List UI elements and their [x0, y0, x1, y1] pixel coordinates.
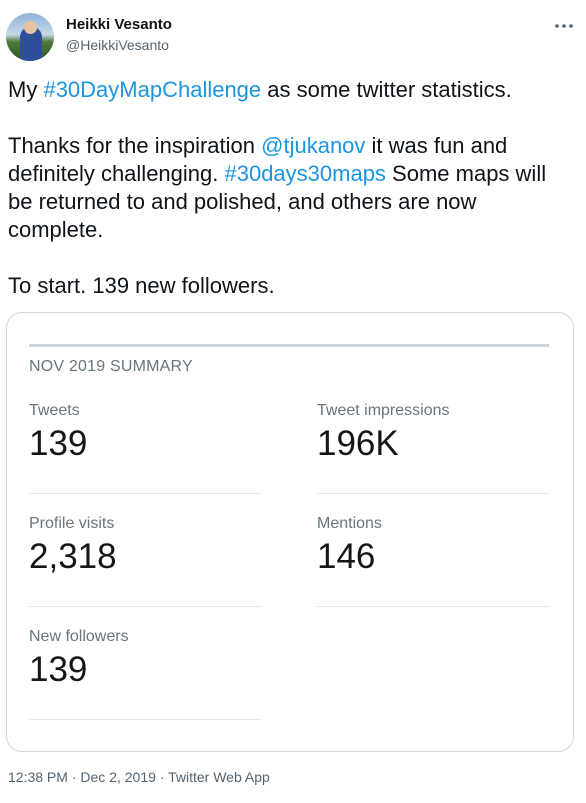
stat-value: 2,318: [29, 537, 117, 576]
tweet-line-1: My #30DayMapChallenge as some twitter st…: [8, 76, 568, 104]
divider: [29, 606, 261, 607]
tweet-line-3: To start. 139 new followers.: [8, 273, 275, 298]
author-name[interactable]: Heikki Vesanto: [66, 16, 172, 33]
stat-label: Tweets: [29, 402, 80, 419]
author-handle[interactable]: @HeikkiVesanto: [66, 37, 169, 53]
tweet-header: Heikki Vesanto @HeikkiVesanto: [6, 8, 580, 64]
stat-new-followers: New followers 139: [29, 628, 261, 720]
divider: [317, 606, 549, 607]
separator: ·: [155, 769, 169, 785]
stat-mentions: Mentions 146: [317, 515, 549, 607]
stat-value: 146: [317, 537, 376, 576]
stat-value: 196K: [317, 424, 399, 463]
avatar-head-shape: [24, 21, 37, 34]
tweet-date[interactable]: Dec 2, 2019: [80, 769, 156, 785]
mention-tjukanov[interactable]: @tjukanov: [261, 133, 365, 158]
tweet-time[interactable]: 12:38 PM: [8, 769, 68, 785]
stat-label: Mentions: [317, 515, 382, 532]
divider: [29, 493, 261, 494]
text-segment: as some twitter statistics.: [261, 77, 512, 102]
stat-value: 139: [29, 424, 88, 463]
hashtag-30days30maps[interactable]: #30days30maps: [224, 161, 385, 186]
more-options-button[interactable]: [552, 14, 576, 38]
card-top-bar: [29, 344, 549, 347]
separator: ·: [67, 769, 81, 785]
summary-title: NOV 2019 SUMMARY: [29, 358, 193, 375]
more-horizontal-icon: [554, 23, 574, 29]
hashtag-30daymapchallenge[interactable]: #30DayMapChallenge: [43, 77, 261, 102]
text-segment: Thanks for the inspiration: [8, 133, 262, 158]
tweet-footer: 12:38 PM · Dec 2, 2019 · Twitter Web App: [8, 769, 270, 785]
stat-value: 139: [29, 650, 88, 689]
text-segment: My: [8, 77, 44, 102]
analytics-summary-card[interactable]: NOV 2019 SUMMARY Tweets 139 Tweet impres…: [6, 312, 574, 752]
stat-tweets: Tweets 139: [29, 402, 261, 494]
stat-label: New followers: [29, 628, 129, 645]
stat-profile-visits: Profile visits 2,318: [29, 515, 261, 607]
divider: [317, 493, 549, 494]
stat-label: Profile visits: [29, 515, 115, 532]
tweet-source[interactable]: Twitter Web App: [168, 769, 270, 785]
stat-label: Tweet impressions: [317, 402, 450, 419]
stat-tweet-impressions: Tweet impressions 196K: [317, 402, 549, 494]
divider: [29, 719, 261, 720]
tweet-line-2: Thanks for the inspiration @tjukanov it …: [8, 132, 568, 244]
tweet-text: My #30DayMapChallenge as some twitter st…: [8, 76, 568, 300]
avatar[interactable]: [6, 13, 54, 61]
